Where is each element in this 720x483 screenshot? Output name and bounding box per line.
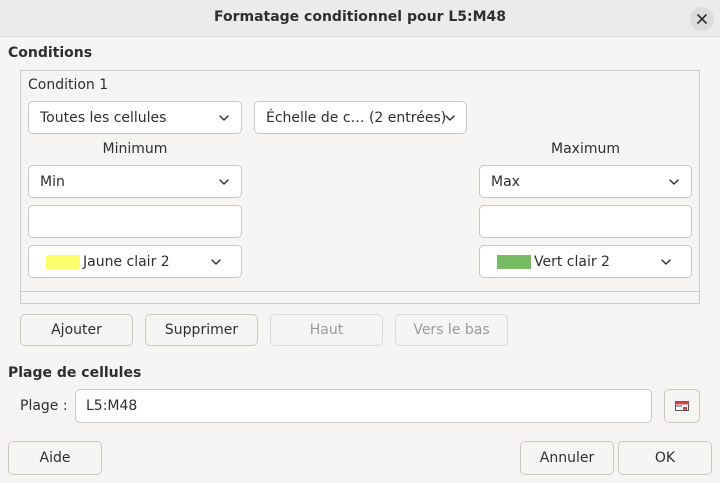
chevron-down-icon — [219, 115, 229, 121]
minimum-type-select[interactable]: Min — [28, 165, 242, 198]
chevron-down-icon — [219, 179, 229, 185]
help-button[interactable]: Aide — [8, 441, 102, 475]
condition-label: Condition 1 — [28, 77, 109, 93]
minimum-type-value: Min — [40, 173, 65, 190]
close-icon — [697, 14, 707, 24]
maximum-color-select[interactable]: Vert clair 2 — [479, 245, 692, 278]
delete-button[interactable]: Supprimer — [145, 314, 258, 346]
minimum-color-label: Jaune clair 2 — [83, 253, 170, 270]
shrink-selection-icon — [675, 401, 689, 411]
cell-range-heading: Plage de cellules — [8, 365, 142, 381]
maximum-type-select[interactable]: Max — [479, 165, 692, 198]
title-bar: Formatage conditionnel pour L5:M48 — [0, 0, 720, 37]
add-button[interactable]: Ajouter — [20, 314, 133, 346]
move-up-button[interactable]: Haut — [270, 314, 383, 346]
minimum-color-select[interactable]: Jaune clair 2 — [28, 245, 242, 278]
range-input-value: L5:M48 — [86, 398, 138, 414]
dialog-title: Formatage conditionnel pour L5:M48 — [213, 9, 507, 25]
minimum-label: Minimum — [102, 141, 168, 157]
chevron-down-icon — [669, 179, 679, 185]
minimum-value-input[interactable] — [28, 205, 242, 238]
conditions-heading: Conditions — [8, 45, 93, 61]
ok-button[interactable]: OK — [618, 441, 712, 475]
chevron-down-icon — [445, 115, 455, 121]
cancel-button[interactable]: Annuler — [520, 441, 614, 475]
maximum-value-input[interactable] — [479, 205, 692, 238]
close-button[interactable] — [690, 7, 714, 31]
maximum-label: Maximum — [551, 141, 620, 157]
maximum-color-swatch — [497, 254, 531, 269]
frame-divider — [21, 291, 699, 292]
move-down-button[interactable]: Vers le bas — [395, 314, 508, 346]
maximum-color-label: Vert clair 2 — [534, 253, 610, 270]
format-type-select[interactable]: Échelle de c… (2 entrées) — [254, 101, 467, 134]
chevron-down-icon — [661, 259, 671, 265]
format-type-select-value: Échelle de c… (2 entrées) — [266, 109, 447, 126]
maximum-type-value: Max — [491, 173, 520, 190]
minimum-color-swatch — [46, 254, 80, 269]
scope-select[interactable]: Toutes les cellules — [28, 101, 242, 134]
range-input[interactable]: L5:M48 — [75, 389, 652, 423]
range-label: Plage : — [20, 398, 68, 414]
shrink-range-button[interactable] — [664, 389, 700, 423]
scope-select-value: Toutes les cellules — [40, 109, 167, 126]
chevron-down-icon — [211, 259, 221, 265]
